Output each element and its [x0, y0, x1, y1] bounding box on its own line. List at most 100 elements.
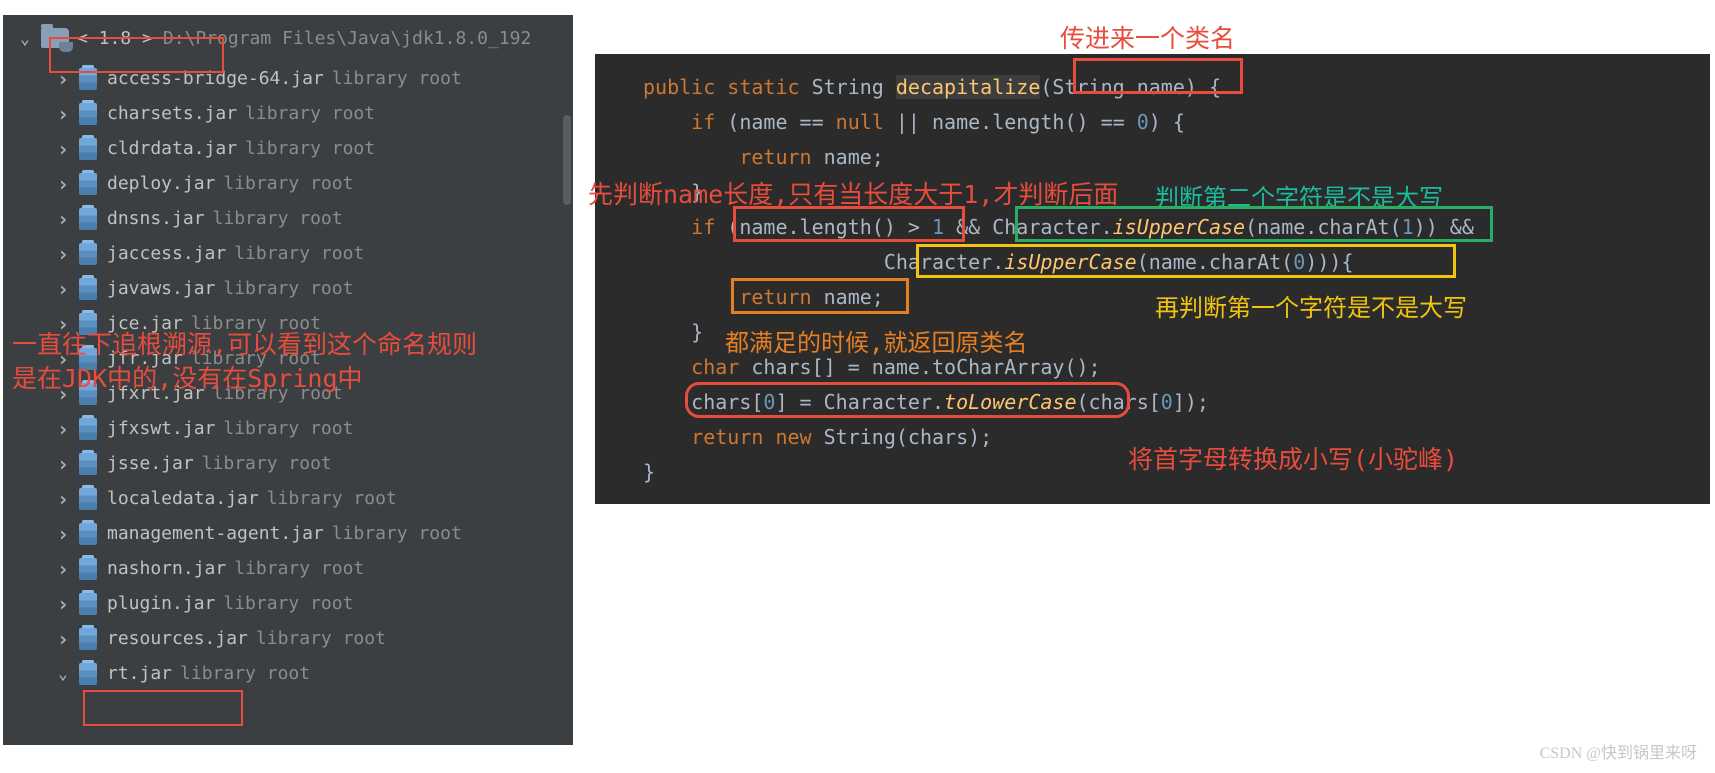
library-root-label: library root: [267, 488, 397, 509]
library-root-label: library root: [332, 68, 462, 89]
code-line-10: chars[0] = Character.toLowerCase(chars[0…: [595, 385, 1710, 420]
root-path: D:\Program Files\Java\jdk1.8.0_192: [163, 28, 531, 49]
chevron-right-icon[interactable]: [55, 382, 71, 406]
jar-name-label: jsse.jar: [107, 453, 194, 474]
chevron-right-icon[interactable]: [55, 417, 71, 441]
library-root-label: library root: [223, 173, 353, 194]
chevron-right-icon[interactable]: [55, 242, 71, 266]
code-line-1: public static String decapitalize(String…: [595, 70, 1710, 105]
chevron-right-icon[interactable]: [55, 557, 71, 581]
library-root-label: library root: [256, 628, 386, 649]
tree-item-cldrdata-jar[interactable]: cldrdata.jar library root: [3, 131, 573, 166]
library-root-label: library root: [223, 278, 353, 299]
tree-item-jaccess-jar[interactable]: jaccess.jar library root: [3, 236, 573, 271]
jar-icon: [79, 103, 97, 125]
tree-item-jce-jar[interactable]: jce.jar library root: [3, 306, 573, 341]
tree-item-access-bridge-64-jar[interactable]: access-bridge-64.jar library root: [3, 61, 573, 96]
library-root-label: library root: [245, 138, 375, 159]
library-root-label: library root: [191, 313, 321, 334]
jar-icon: [79, 488, 97, 510]
jar-icon: [79, 628, 97, 650]
chevron-right-icon[interactable]: [55, 67, 71, 91]
library-root-label: library root: [245, 103, 375, 124]
jar-name-label: deploy.jar: [107, 173, 215, 194]
code-line-5: if (name.length() > 1 && Character.isUpp…: [595, 210, 1710, 245]
chevron-right-icon[interactable]: [55, 452, 71, 476]
code-line-12: }: [595, 455, 1710, 490]
jar-icon: [79, 453, 97, 475]
jar-name-label: jce.jar: [107, 313, 183, 334]
chevron-down-icon[interactable]: [17, 29, 33, 48]
chevron-right-icon[interactable]: [55, 207, 71, 231]
tree-item-jsse-jar[interactable]: jsse.jarlibrary root: [3, 446, 573, 481]
code-line-8: }: [595, 315, 1710, 350]
jar-icon: [79, 68, 97, 90]
jar-icon: [79, 208, 97, 230]
library-root-label: library root: [191, 348, 321, 369]
scroll-thumb[interactable]: [563, 115, 571, 205]
chevron-right-icon[interactable]: [55, 102, 71, 126]
tree-item-nashorn-jar[interactable]: nashorn.jarlibrary root: [3, 551, 573, 586]
project-tree-panel: < 1.8 > D:\Program Files\Java\jdk1.8.0_1…: [3, 15, 573, 745]
jar-name-label: jfr.jar: [107, 348, 183, 369]
tree-item-charsets-jar[interactable]: charsets.jar library root: [3, 96, 573, 131]
csdn-watermark: CSDN @快到锅里来呀: [1540, 739, 1697, 763]
chevron-right-icon[interactable]: [55, 347, 71, 371]
jar-name-label: management-agent.jar: [107, 523, 324, 544]
jar-name-label: resources.jar: [107, 628, 248, 649]
library-root-label: library root: [180, 663, 310, 684]
tree-item-rt-jar[interactable]: rt.jar library root: [3, 656, 573, 691]
tree-item-localedata-jar[interactable]: localedata.jar library root: [3, 481, 573, 516]
jar-icon: [79, 278, 97, 300]
jar-name-label: rt.jar: [107, 663, 172, 684]
tree-item-management-agent-jar[interactable]: management-agent.jar library root: [3, 516, 573, 551]
code-editor[interactable]: public static String decapitalize(String…: [595, 54, 1710, 504]
chevron-right-icon[interactable]: [55, 137, 71, 161]
jar-icon: [79, 558, 97, 580]
tree-root-jdk[interactable]: < 1.8 > D:\Program Files\Java\jdk1.8.0_1…: [3, 15, 573, 61]
code-line-2: if (name == null || name.length() == 0) …: [595, 105, 1710, 140]
jar-name-label: cldrdata.jar: [107, 138, 237, 159]
chevron-right-icon[interactable]: [55, 627, 71, 651]
jar-icon: [79, 593, 97, 615]
code-line-6: Character.isUpperCase(name.charAt(0))){: [595, 245, 1710, 280]
tree-item-jfxrt-jar[interactable]: jfxrt.jarlibrary root: [3, 376, 573, 411]
library-root-label: library root: [213, 208, 343, 229]
jar-name-label: charsets.jar: [107, 103, 237, 124]
jar-name-label: jfxswt.jar: [107, 418, 215, 439]
code-line-9: char chars[] = name.toCharArray();: [595, 350, 1710, 385]
code-line-4: }: [595, 175, 1710, 210]
library-root-label: library root: [234, 243, 364, 264]
jar-icon: [79, 523, 97, 545]
jar-icon: [79, 138, 97, 160]
chevron-right-icon[interactable]: [55, 522, 71, 546]
code-line-7: return name;: [595, 280, 1710, 315]
jar-name-label: localedata.jar: [107, 488, 259, 509]
jar-name-label: dnsns.jar: [107, 208, 205, 229]
tree-item-resources-jar[interactable]: resources.jar library root: [3, 621, 573, 656]
annotation-top: 传进来一个类名: [1060, 22, 1235, 56]
tree-item-plugin-jar[interactable]: plugin.jarlibrary root: [3, 586, 573, 621]
library-root-label: library root: [213, 383, 343, 404]
code-line-11: return new String(chars);: [595, 420, 1710, 455]
chevron-right-icon[interactable]: [55, 172, 71, 196]
chevron-right-icon[interactable]: [55, 312, 71, 336]
jar-icon: [79, 173, 97, 195]
library-root-label: library root: [332, 523, 462, 544]
tree-item-javaws-jar[interactable]: javaws.jarlibrary root: [3, 271, 573, 306]
chevron-down-icon[interactable]: [55, 664, 71, 683]
tree-item-jfxswt-jar[interactable]: jfxswt.jar library root: [3, 411, 573, 446]
jar-name-label: jaccess.jar: [107, 243, 226, 264]
jar-icon: [79, 243, 97, 265]
jar-name-label: access-bridge-64.jar: [107, 68, 324, 89]
library-folder-icon: [41, 28, 69, 48]
tree-item-dnsns-jar[interactable]: dnsns.jar library root: [3, 201, 573, 236]
tree-item-jfr-jar[interactable]: jfr.jar library root: [3, 341, 573, 376]
library-root-label: library root: [223, 418, 353, 439]
chevron-right-icon[interactable]: [55, 487, 71, 511]
tree-item-deploy-jar[interactable]: deploy.jar library root: [3, 166, 573, 201]
jar-name-label: nashorn.jar: [107, 558, 226, 579]
tree-scrollbar[interactable]: [561, 15, 573, 745]
chevron-right-icon[interactable]: [55, 277, 71, 301]
chevron-right-icon[interactable]: [55, 592, 71, 616]
